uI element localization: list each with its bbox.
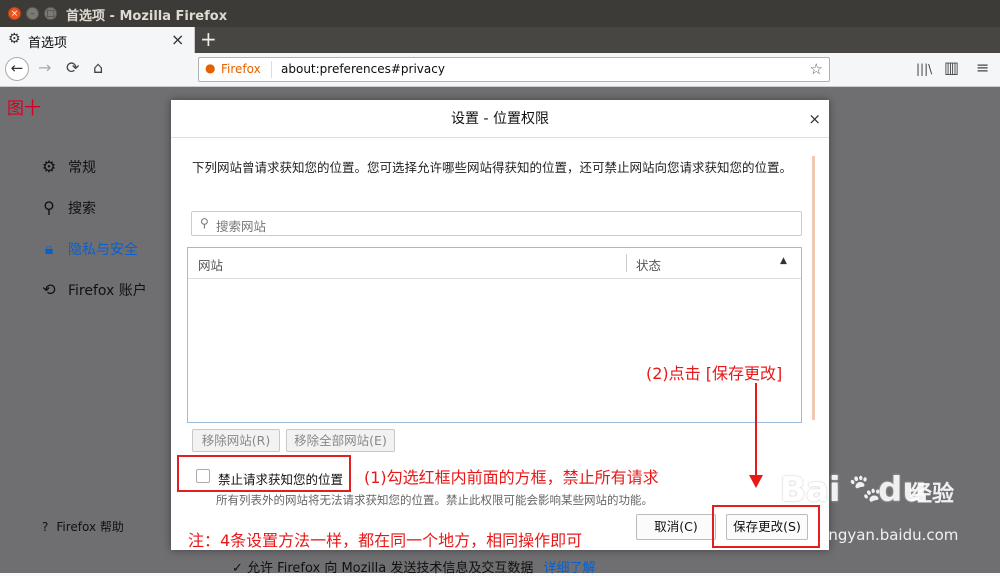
window-maximize-button[interactable]: □ <box>44 7 57 20</box>
sites-table[interactable]: 网站 状态 ▲ <box>187 247 802 423</box>
telemetry-row: ✓ 允许 Firefox 向 Mozilla 发送技术信息及交互数据 详细了解 <box>232 557 596 576</box>
tab-strip: ⚙ 首选项 × + <box>0 27 1000 53</box>
help-label: Firefox 帮助 <box>56 520 124 534</box>
sidebar-item-label: Firefox 账户 <box>68 283 147 299</box>
figure-label: 图十 <box>7 99 41 119</box>
sidebar-item-general[interactable]: ⚙ 常规 <box>38 157 96 177</box>
column-header-status[interactable]: 状态 <box>636 255 661 274</box>
home-button[interactable]: ⌂ <box>93 58 103 77</box>
url-bar[interactable]: ● Firefox about:preferences#privacy ☆ <box>198 57 830 82</box>
search-input[interactable]: ⚲ 搜索网站 <box>191 211 802 236</box>
step2-annotation: (2)点击 [保存更改] <box>646 364 783 383</box>
cancel-button[interactable]: 取消(C) <box>636 514 716 540</box>
help-icon: ? <box>42 520 49 534</box>
firefox-icon: ● <box>205 61 216 75</box>
learn-more-link[interactable]: 详细了解 <box>544 561 596 576</box>
sidebar-item-search[interactable]: ⚲ 搜索 <box>38 198 96 218</box>
window-close-button[interactable]: × <box>8 7 21 20</box>
sync-icon: ⟲ <box>42 280 56 299</box>
sidebar-item-privacy[interactable]: 🔒︎ 隐私与安全 <box>38 239 138 259</box>
watermark-logo-text: Bai <box>780 470 841 510</box>
lock-icon: 🔒︎ <box>44 239 54 258</box>
window-title: 首选项 - Mozilla Firefox <box>66 9 228 24</box>
check-icon[interactable]: ✓ <box>232 561 243 576</box>
navigation-toolbar: ← → ⟳ ⌂ ● Firefox about:preferences#priv… <box>0 53 1000 87</box>
window-minimize-button[interactable]: – <box>26 7 39 20</box>
dialog-description: 下列网站曾请求获知您的位置。您可选择允许哪些网站得获知的位置，还可禁止网站向您请… <box>192 160 793 175</box>
sidebar-item-label: 常规 <box>68 160 96 176</box>
help-link[interactable]: ? Firefox 帮助 <box>42 518 124 535</box>
url-text[interactable]: about:preferences#privacy <box>281 62 445 76</box>
back-button[interactable]: ← <box>5 57 29 81</box>
checkbox-highlight-box <box>177 455 351 492</box>
search-icon: ⚲ <box>43 198 55 217</box>
search-placeholder: 搜索网站 <box>216 219 267 234</box>
bookmark-star-icon[interactable]: ☆ <box>810 60 823 78</box>
gear-icon: ⚙ <box>41 157 57 176</box>
identity-label: Firefox <box>221 62 261 76</box>
tab-label: 首选项 <box>28 36 68 51</box>
remove-all-sites-button[interactable]: 移除全部网站(E) <box>286 429 395 452</box>
menu-button[interactable]: ≡ <box>976 58 989 77</box>
sidebar-item-label: 隐私与安全 <box>68 242 138 258</box>
dialog-scrollbar[interactable] <box>812 156 815 420</box>
telemetry-text: 允许 Firefox 向 Mozilla 发送技术信息及交互数据 <box>247 561 534 576</box>
url-separator <box>271 61 272 78</box>
gear-icon: ⚙ <box>8 31 21 47</box>
library-button[interactable]: |||\ <box>916 62 932 76</box>
window-titlebar: × – □ 首选项 - Mozilla Firefox <box>0 0 1000 27</box>
column-divider <box>626 254 627 272</box>
note-annotation: 注：4条设置方法一样，都在同一个地方，相同操作即可 <box>188 531 583 550</box>
dialog-title: 设置 - 位置权限 <box>171 100 829 138</box>
forward-button[interactable]: → <box>38 58 51 77</box>
watermark-url: jingyan.baidu.com <box>820 526 959 544</box>
block-location-note: 所有列表外的网站将无法请求获知您的位置。禁止此权限可能会影响某些网站的功能。 <box>216 493 653 507</box>
remove-site-button[interactable]: 移除网站(R) <box>192 429 280 452</box>
baidu-watermark: Bai 🐾︎ du 经验 jingyan.baidu.com <box>760 466 992 546</box>
sidebar-item-firefox-account[interactable]: ⟲ Firefox 账户 <box>38 280 147 300</box>
new-tab-button[interactable]: + <box>200 27 217 51</box>
watermark-brand: 经验 <box>910 482 955 507</box>
search-icon: ⚲ <box>200 216 209 230</box>
sidebar-toggle-button[interactable]: ▥ <box>944 58 959 77</box>
sidebar-item-label: 搜索 <box>68 201 96 217</box>
reload-button[interactable]: ⟳ <box>66 58 79 77</box>
sort-ascending-icon: ▲ <box>780 256 787 266</box>
tab-close-icon[interactable]: × <box>171 30 184 49</box>
close-icon[interactable]: × <box>808 110 821 128</box>
tab-preferences[interactable]: ⚙ 首选项 × <box>0 27 195 53</box>
column-header-site[interactable]: 网站 <box>198 255 223 274</box>
step1-annotation: (1)勾选红框内前面的方框，禁止所有请求 <box>364 468 659 487</box>
arrow-shaft <box>755 383 757 480</box>
table-header: 网站 状态 ▲ <box>188 248 801 279</box>
